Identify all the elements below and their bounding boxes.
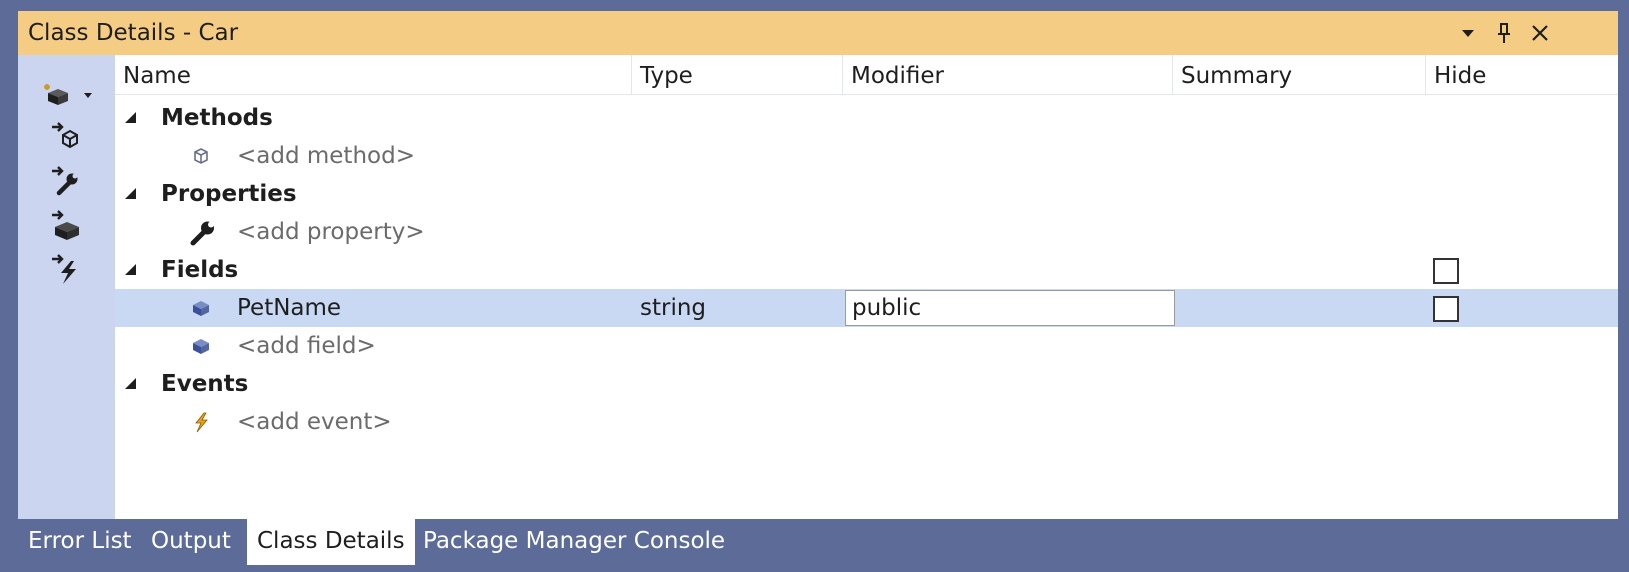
group-label: Properties [161,181,297,207]
field-icon [193,339,209,354]
column-header-name[interactable]: Name [115,55,191,95]
group-row-fields[interactable]: Fields [115,251,1618,289]
new-property-icon[interactable] [49,165,83,199]
add-event-label[interactable]: <add event> [237,403,392,441]
add-property-row[interactable]: <add property> [115,213,1618,251]
modifier-field[interactable]: public [845,290,1175,326]
new-event-icon[interactable] [49,253,83,287]
group-label: Methods [161,105,273,131]
field-row-petname[interactable]: PetName string public [115,289,1618,327]
grid-header: Name Type Modifier Summary Hide [115,55,1618,95]
hide-fields-checkbox[interactable] [1433,258,1459,284]
window-title: Class Details - Car [28,20,239,46]
property-wrench-icon [190,221,214,246]
event-lightning-icon [195,412,208,433]
tab-output[interactable]: Output [141,519,241,565]
tool-window-tabs: Error List Output Class Details Package … [18,519,1618,572]
add-event-row[interactable]: <add event> [115,403,1618,441]
method-icon [194,148,208,164]
add-field-label[interactable]: <add field> [237,327,376,365]
hide-petname-checkbox[interactable] [1433,296,1459,322]
group-row-methods[interactable]: Methods [115,99,1618,137]
group-label: Fields [161,257,239,283]
dropdown-icon[interactable] [1454,19,1482,47]
members-grid: Name Type Modifier Summary Hide Methods … [115,55,1618,519]
group-row-events[interactable]: Events [115,365,1618,403]
tab-error-list[interactable]: Error List [18,519,142,565]
add-field-row[interactable]: <add field> [115,327,1618,365]
collapse-arrow-icon[interactable] [125,188,136,199]
group-row-properties[interactable]: Properties [115,175,1618,213]
tab-package-manager-console[interactable]: Package Manager Console [413,519,735,565]
add-property-label[interactable]: <add property> [237,213,425,251]
group-label: Events [161,371,249,397]
column-header-hide[interactable]: Hide [1426,55,1486,95]
title-bar: Class Details - Car [18,11,1618,55]
field-icon [193,301,209,316]
collapse-arrow-icon[interactable] [125,112,136,123]
add-method-row[interactable]: <add method> [115,137,1618,175]
new-member-icon[interactable] [40,77,98,111]
column-header-type[interactable]: Type [632,55,693,95]
close-icon[interactable] [1526,19,1554,47]
new-method-icon[interactable] [49,121,83,155]
collapse-arrow-icon[interactable] [125,264,136,275]
class-details-toolbar [18,55,115,519]
column-header-summary[interactable]: Summary [1173,55,1292,95]
class-details-panel: Class Details - Car Name Type Modifier S… [18,11,1618,519]
field-type[interactable]: string [640,289,706,327]
tab-class-details[interactable]: Class Details [247,519,415,565]
collapse-arrow-icon[interactable] [125,378,136,389]
new-field-icon[interactable] [49,209,83,243]
pin-icon[interactable] [1490,19,1518,47]
column-header-modifier[interactable]: Modifier [843,55,944,95]
add-method-label[interactable]: <add method> [237,137,415,175]
field-name[interactable]: PetName [237,289,341,327]
